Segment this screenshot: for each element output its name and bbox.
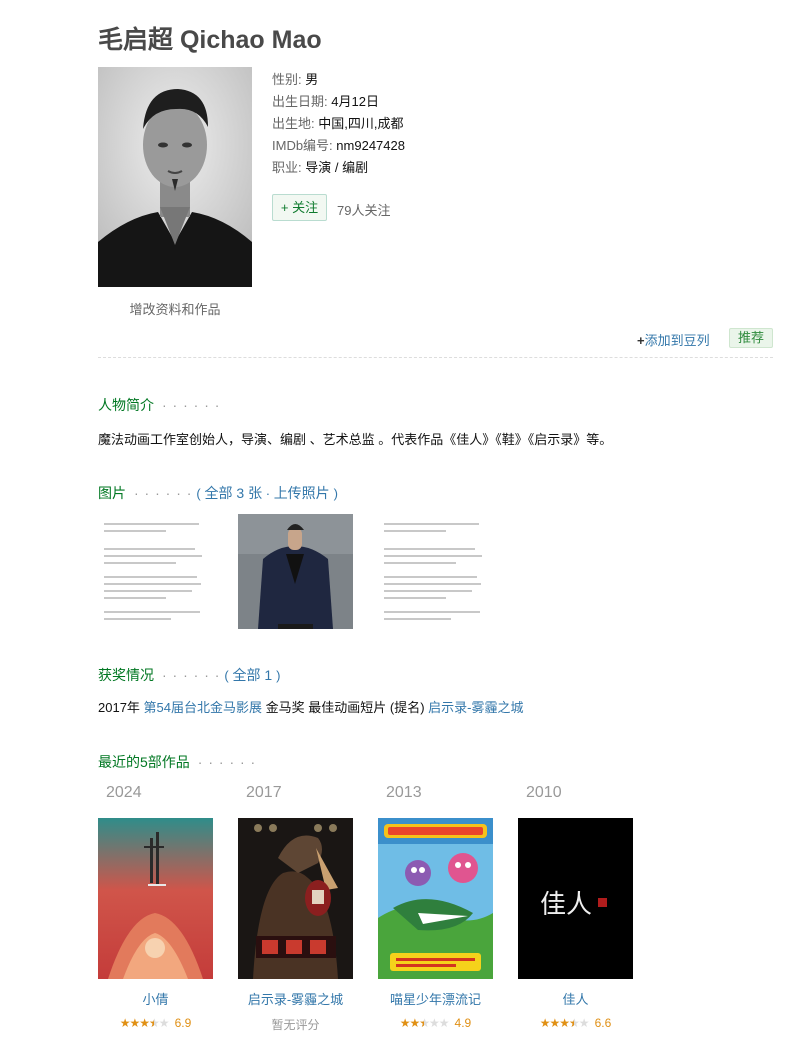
place-label: 出生地: [272, 116, 315, 131]
rating-score: 暂无评分 [271, 1018, 320, 1032]
follower-count: 79人关注 [337, 203, 391, 218]
work-title-link[interactable]: 佳人 [518, 989, 633, 1008]
work-year: 2013 [386, 784, 422, 801]
work-rating: ★★★★★★ 6.9 [98, 1016, 213, 1030]
poster-calligraphy: 佳人 [540, 890, 592, 920]
rating-score: 4.9 [454, 1016, 472, 1030]
recent-works-heading: 最近的5部作品 · · · · · · [98, 752, 256, 772]
follow-button[interactable]: + 关注 [272, 194, 327, 221]
awards-close-paren: ) [276, 668, 281, 683]
rating-stars: ★★★★★★ [119, 1016, 170, 1030]
intro-heading: 人物简介 · · · · · · [98, 395, 220, 415]
work-year: 2010 [526, 784, 562, 801]
photos-open-paren: ( [196, 486, 201, 501]
birth-label: 出生日期: [272, 94, 328, 109]
photo-thumbnail[interactable] [378, 514, 493, 629]
rating-stars: ★★★★★★ [399, 1016, 450, 1030]
photos-sep: · [262, 486, 274, 501]
work-poster[interactable] [98, 818, 213, 979]
work-rating: ★★★★★★ 4.9 [378, 1016, 493, 1030]
awards-heading: 获奖情况 · · · · · · ( 全部 1 ) [98, 665, 280, 685]
rating-score: 6.6 [594, 1016, 612, 1030]
rating-stars: ★★★★★★ [539, 1016, 590, 1030]
imdb-label: IMDb编号: [272, 138, 333, 153]
photos-heading: 图片 · · · · · · ( 全部 3 张 · 上传照片 ) [98, 483, 338, 503]
work-rating: ★★★★★★ 6.6 [518, 1016, 633, 1030]
portrait-photo[interactable] [98, 67, 252, 287]
person-info: 性别: 男 出生日期: 4月12日 出生地: 中国,四川,成都 IMDb编号: … [272, 69, 405, 179]
birth-row: 出生日期: 4月12日 [272, 91, 405, 113]
work-item: 2013 喵星少年漂流记 ★★★★★★ 4.9 [378, 784, 493, 1030]
gender-value: 男 [305, 72, 319, 87]
work-item: 2024 小倩 ★★★★★★ 6.9 [98, 784, 213, 1030]
all-awards-link[interactable]: 全部 1 [233, 667, 273, 683]
recent-works-title: 最近的5部作品 [98, 754, 190, 770]
work-title-link[interactable]: 喵星少年漂流记 [378, 989, 493, 1008]
award-year: 2017年 [98, 700, 140, 715]
work-year: 2024 [106, 784, 142, 801]
work-year: 2017 [246, 784, 282, 801]
work-poster[interactable] [378, 818, 493, 979]
plus-icon: + [637, 333, 645, 348]
edit-profile-link[interactable]: 增改资料和作品 [98, 299, 252, 318]
work-title-link[interactable]: 小倩 [98, 989, 213, 1008]
job-value: 导演 / 编剧 [305, 160, 369, 175]
work-poster[interactable]: 佳人 [518, 818, 633, 979]
awards-title: 获奖情况 [98, 667, 154, 683]
gender-row: 性别: 男 [272, 69, 405, 91]
gender-label: 性别: [272, 72, 302, 87]
all-photos-link[interactable]: 全部 3 张 [205, 485, 263, 501]
imdb-row: IMDb编号: nm9247428 [272, 135, 405, 157]
intro-text: 魔法动画工作室创始人，导演、编剧 、艺术总监 。代表作品《佳人》《鞋》《启示录》… [98, 432, 613, 447]
intro-title: 人物简介 [98, 397, 154, 413]
award-work-link[interactable]: 启示录-雾霾之城 [428, 700, 523, 715]
job-label: 职业: [272, 160, 302, 175]
photos-title: 图片 [98, 485, 126, 501]
work-poster[interactable] [238, 818, 353, 979]
divider [98, 357, 773, 358]
recent-works-dots: · · · · · · [197, 754, 257, 770]
page-title: 毛启超 Qichao Mao [98, 26, 322, 54]
photos-dots: · · · · · · [134, 485, 193, 501]
upload-photo-link[interactable]: 上传照片 [274, 485, 330, 501]
photo-thumbnail[interactable] [238, 514, 353, 629]
work-item: 2017 启示录-雾霾之城 暂无评分 [238, 784, 353, 1033]
birth-value: 4月12日 [331, 94, 379, 109]
work-title-link[interactable]: 启示录-雾霾之城 [238, 989, 353, 1008]
awards-open-paren: ( [224, 668, 229, 683]
work-rating: 暂无评分 [238, 1016, 353, 1033]
awards-dots: · · · · · · [162, 667, 221, 683]
award-name: 金马奖 最佳动画短片 (提名) [265, 700, 425, 715]
photo-thumbnail[interactable] [98, 514, 213, 629]
place-value: 中国,四川,成都 [318, 116, 404, 131]
festival-link[interactable]: 第54届台北金马影展 [144, 700, 262, 715]
add-doulist-label: 添加到豆列 [644, 333, 710, 348]
add-to-doulist-link[interactable]: +添加到豆列 [637, 330, 710, 349]
intro-dots: · · · · · · [162, 397, 221, 413]
recommend-button[interactable]: 推荐 [729, 328, 773, 348]
rating-score: 6.9 [174, 1016, 192, 1030]
job-row: 职业: 导演 / 编剧 [272, 157, 405, 179]
work-item: 2010 佳人 佳人 ★★★★★★ 6.6 [518, 784, 633, 1030]
imdb-value: nm9247428 [336, 138, 405, 153]
photos-close-paren: ) [333, 486, 338, 501]
award-item: 2017年 第54届台北金马影展 金马奖 最佳动画短片 (提名) 启示录-雾霾之… [98, 697, 524, 716]
place-row: 出生地: 中国,四川,成都 [272, 113, 405, 135]
